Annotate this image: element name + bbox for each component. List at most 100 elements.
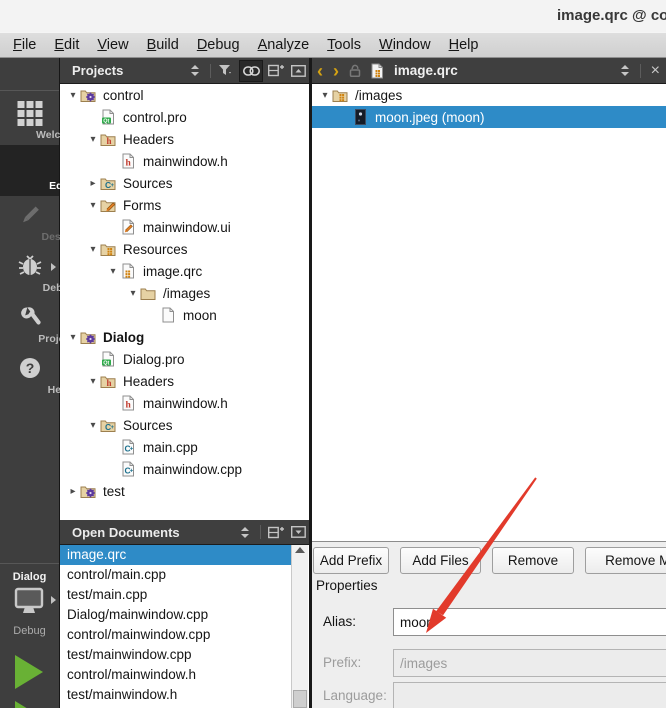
open-document-item[interactable]: control/mainwindow.cpp <box>60 625 292 645</box>
tree-row[interactable]: h mainwindow.h <box>60 150 309 172</box>
scrollbar-thumb[interactable] <box>293 690 307 708</box>
projects-panel-header: Projects <box>60 58 309 84</box>
qt-creator-window: image.qrc @ con File Edit View Build Debug An… <box>0 0 666 708</box>
menu-build[interactable]: Build <box>138 33 188 57</box>
run-icon[interactable] <box>15 655 43 689</box>
kit-selector-button[interactable] <box>0 586 59 620</box>
open-documents-title: Open Documents <box>72 524 180 540</box>
tree-row[interactable]: ▾ h Headers <box>60 370 309 392</box>
tree-row[interactable]: ▾ Forms <box>60 194 309 216</box>
menu-tools[interactable]: Tools <box>318 33 370 57</box>
menu-view[interactable]: View <box>88 33 137 57</box>
collapse-icon[interactable]: ▾ <box>66 90 80 101</box>
open-document-item[interactable]: control/mainwindow.h <box>60 665 292 685</box>
add-prefix-button[interactable]: Add Prefix <box>313 547 389 574</box>
open-document-item[interactable]: control/main.cpp <box>60 565 292 585</box>
collapse-icon[interactable]: ▾ <box>86 200 100 211</box>
sort-updown-icon[interactable] <box>236 523 254 541</box>
close-icon[interactable]: × <box>645 62 666 80</box>
open-document-item[interactable]: test/mainwindow.cpp <box>60 645 292 665</box>
sort-updown-icon[interactable] <box>186 62 204 80</box>
sidebar-item-projects[interactable]: Projects <box>0 298 80 349</box>
tree-row[interactable]: ▾ control <box>60 84 309 106</box>
tree-row[interactable]: ▸ C + Sources <box>60 172 309 194</box>
kit-project-label: Dialog <box>12 571 47 583</box>
menu-file[interactable]: File <box>4 33 45 57</box>
resource-editor-controls: Add PrefixAdd FilesRemoveRemove Missing … <box>312 541 666 708</box>
tree-row[interactable]: moon <box>60 304 309 326</box>
tree-row[interactable]: moon.jpeg (moon) <box>312 106 666 128</box>
sidebar-item-debug[interactable]: Debug <box>0 247 75 298</box>
collapse-icon[interactable]: ▾ <box>86 134 100 145</box>
tree-row[interactable]: C + main.cpp <box>60 436 309 458</box>
open-documents-scrollbar[interactable] <box>291 545 308 708</box>
tree-row[interactable]: ▾ C + Sources <box>60 414 309 436</box>
expand-icon[interactable]: ▸ <box>66 486 80 497</box>
tree-row[interactable]: Qt control.pro <box>60 106 309 128</box>
menu-window[interactable]: Window <box>370 33 440 57</box>
svg-text:h: h <box>107 136 112 146</box>
menu-help[interactable]: Help <box>440 33 488 57</box>
collapse-icon[interactable]: ▾ <box>86 420 100 431</box>
sidebar-item-design[interactable]: Design <box>0 196 77 247</box>
add-files-button[interactable]: Add Files <box>400 547 481 574</box>
collapse-icon[interactable]: ▾ <box>318 90 332 101</box>
tree-row[interactable]: mainwindow.ui <box>60 216 309 238</box>
split-pane-icon[interactable] <box>267 62 285 80</box>
doc-qt-icon: Qt <box>100 109 116 125</box>
split-pane-icon[interactable] <box>267 523 285 541</box>
run-debug-icon[interactable] <box>15 701 43 708</box>
tree-row[interactable]: ▾ /images <box>60 282 309 304</box>
forward-icon[interactable]: › <box>328 62 344 80</box>
filter-funnel-icon[interactable] <box>217 62 235 80</box>
collapse-icon[interactable]: ▾ <box>66 332 80 343</box>
sidebar-item-edit[interactable]: Edit <box>0 145 69 196</box>
sort-updown-icon[interactable] <box>616 62 634 80</box>
scroll-up-icon[interactable] <box>295 547 305 553</box>
collapse-icon[interactable]: ▾ <box>106 266 120 277</box>
folder-plain-icon <box>140 285 156 301</box>
folder-cpp-icon: C + <box>100 417 116 433</box>
doc-cpp-icon: C + <box>120 439 136 455</box>
menu-debug[interactable]: Debug <box>188 33 249 57</box>
tree-row[interactable]: ▾ image.qrc <box>60 260 309 282</box>
menu-analyze[interactable]: Analyze <box>249 33 319 57</box>
remove-button[interactable]: Remove <box>492 547 574 574</box>
open-document-item[interactable]: Dialog/mainwindow.cpp <box>60 605 292 625</box>
back-icon[interactable]: ‹ <box>312 62 328 80</box>
tree-row[interactable]: Qt Dialog.pro <box>60 348 309 370</box>
tree-row[interactable]: C + mainwindow.cpp <box>60 458 309 480</box>
doc-plain-icon <box>160 307 176 323</box>
remove-missing-button[interactable]: Remove Missing <box>585 547 666 574</box>
doc-qrc-icon <box>120 263 136 279</box>
tree-row[interactable]: ▾ h Headers <box>60 128 309 150</box>
open-document-item[interactable]: test/main.cpp <box>60 585 292 605</box>
doc-cpp-icon: C + <box>120 461 136 477</box>
tree-row[interactable]: h mainwindow.h <box>60 392 309 414</box>
tree-row[interactable]: ▾ Dialog <box>60 326 309 348</box>
open-document-item[interactable]: test/mainwindow.h <box>60 685 292 705</box>
doc-h-icon: h <box>120 395 136 411</box>
menu-edit[interactable]: Edit <box>45 33 88 57</box>
sidebar-item-welcome[interactable]: Welcome <box>0 94 82 145</box>
tree-row[interactable]: ▾ /images <box>312 84 666 106</box>
collapse-icon[interactable]: ▾ <box>126 288 140 299</box>
svg-text:?: ? <box>25 360 34 376</box>
collapse-icon[interactable]: ▾ <box>86 376 100 387</box>
close-pane-icon[interactable] <box>289 62 307 80</box>
kit-config-label: Debug <box>13 625 46 637</box>
menu-bar: File Edit View Build Debug Analyze Tools Window… <box>0 32 666 58</box>
sidebar-item-help[interactable]: ? Help <box>0 349 70 400</box>
projects-tree: ▾ control Qt control.pro ▾ h Headers h m… <box>60 84 309 520</box>
open-document-item[interactable]: image.qrc <box>60 545 292 565</box>
tree-row[interactable]: ▸ test <box>60 480 309 502</box>
tree-row[interactable]: ▾ Resources <box>60 238 309 260</box>
link-editor-icon[interactable] <box>239 59 263 82</box>
expand-icon[interactable]: ▸ <box>86 178 100 189</box>
alias-field[interactable] <box>393 608 666 636</box>
language-field <box>393 682 666 708</box>
collapse-icon[interactable]: ▾ <box>86 244 100 255</box>
kit-flyout-arrow-icon <box>51 596 56 604</box>
close-pane-icon[interactable] <box>289 523 307 541</box>
projects-panel: Projects ▾ control Qt control.pro ▾ h He… <box>60 58 309 520</box>
